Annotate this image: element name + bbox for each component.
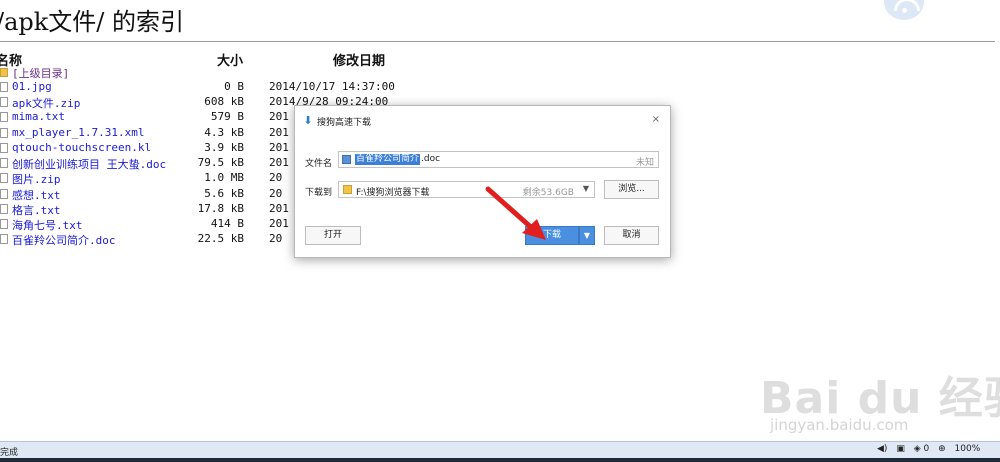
file-icon	[0, 204, 8, 214]
speaker-icon[interactable]: ◀)	[877, 444, 887, 454]
watermark: Bai du 经验 jingyan.baidu.com	[760, 362, 1000, 442]
file-size: 17.8 kB	[197, 202, 244, 215]
zoom-icon[interactable]: ⊕	[938, 444, 946, 454]
download-button[interactable]: 下载	[525, 226, 579, 245]
download-options-button[interactable]: ▼	[579, 226, 595, 245]
file-link[interactable]: 百雀羚公司简介.doc	[12, 232, 116, 248]
file-link[interactable]: 海角七号.txt	[12, 217, 83, 233]
cancel-button[interactable]: 取消	[604, 226, 659, 245]
free-space-text: 剩余53.6GB	[522, 188, 574, 198]
file-icon	[0, 82, 8, 92]
file-date: 20	[269, 187, 283, 200]
file-size: 1.0 MB	[204, 171, 244, 184]
file-icon	[0, 189, 8, 199]
dialog-title: 搜狗高速下载	[317, 118, 372, 128]
folder-icon	[343, 185, 352, 194]
file-size: 22.5 kB	[197, 232, 244, 245]
table-row[interactable]: [上级目录]	[0, 65, 390, 80]
filename-extension: .doc	[421, 154, 441, 164]
download-dialog: ⬇ 搜狗高速下载 × 文件名 百雀羚公司简介 .doc 未知 下载到 F:\搜狗…	[294, 105, 671, 258]
file-link[interactable]: apk文件.zip	[12, 95, 80, 111]
file-size-text: 未知	[635, 158, 654, 168]
zoom-level[interactable]: 100%	[955, 444, 981, 454]
file-date: 201	[269, 202, 289, 215]
wifi-icon[interactable]	[884, 0, 924, 20]
open-button[interactable]: 打开	[305, 226, 361, 245]
file-icon	[0, 234, 8, 244]
status-bar: 完成 ◀) ▣ ◈ 0 ⊕ 100%	[0, 441, 1000, 459]
taskbar	[0, 458, 1000, 462]
filename-field[interactable]: 百雀羚公司简介 .doc 未知	[338, 151, 659, 168]
print-icon[interactable]: ▣	[896, 444, 905, 454]
folder-icon	[0, 68, 8, 77]
saveto-label: 下载到	[305, 188, 333, 198]
file-size: 0 B	[224, 80, 244, 93]
filename-label: 文件名	[305, 159, 333, 169]
download-icon: ⬇	[303, 114, 313, 127]
file-date: 20	[269, 171, 283, 184]
file-date: 201	[269, 110, 289, 123]
file-link[interactable]: mx_player_1.7.31.xml	[12, 126, 144, 139]
watermark-url: jingyan.baidu.com	[770, 416, 909, 434]
status-text: 完成	[0, 448, 19, 458]
file-link[interactable]: 感想.txt	[12, 187, 61, 203]
file-icon	[0, 173, 8, 183]
file-size: 3.9 kB	[204, 141, 244, 154]
document-icon	[342, 155, 351, 164]
divider	[0, 41, 995, 42]
file-icon	[0, 219, 8, 229]
file-link[interactable]: 图片.zip	[12, 171, 61, 187]
parent-directory-link[interactable]: [上级目录]	[12, 65, 69, 81]
file-date: 2014/10/17 14:37:00	[269, 80, 395, 93]
file-size: 4.3 kB	[204, 126, 244, 139]
chevron-down-icon: ▼	[582, 184, 589, 193]
file-date: 201	[269, 141, 289, 154]
file-date: 20	[269, 232, 283, 245]
file-size: 5.6 kB	[204, 187, 244, 200]
file-icon	[0, 143, 8, 153]
save-location-dropdown[interactable]: F:\搜狗浏览器下载 剩余53.6GB ▼	[338, 181, 595, 198]
file-size: 414 B	[210, 217, 244, 230]
browse-button[interactable]: 浏览...	[604, 180, 659, 199]
file-size: 79.5 kB	[197, 156, 244, 169]
table-row[interactable]: 01.jpg 0 B 2014/10/17 14:37:00	[0, 80, 395, 95]
filename-selected-text: 百雀羚公司简介	[355, 154, 421, 165]
file-link[interactable]: 创新创业训练项目 王大蛰.doc	[12, 156, 166, 172]
file-link[interactable]: 01.jpg	[12, 80, 52, 93]
file-date: 201	[269, 126, 289, 139]
file-link[interactable]: qtouch-touchscreen.kl	[12, 141, 151, 154]
file-icon	[0, 128, 8, 138]
file-size: 608 kB	[204, 95, 244, 108]
file-link[interactable]: mima.txt	[12, 110, 65, 123]
shield-icon[interactable]: ◈ 0	[914, 444, 930, 454]
page-title: /apk文件/ 的索引	[0, 8, 185, 36]
file-date: 201	[269, 156, 289, 169]
save-path: F:\搜狗浏览器下载	[356, 188, 430, 198]
close-icon[interactable]: ×	[652, 114, 660, 125]
file-icon	[0, 158, 8, 168]
file-link[interactable]: 格言.txt	[12, 202, 61, 218]
file-date: 201	[269, 217, 289, 230]
file-icon	[0, 97, 8, 107]
file-size: 579 B	[210, 110, 244, 123]
file-icon	[0, 112, 8, 122]
